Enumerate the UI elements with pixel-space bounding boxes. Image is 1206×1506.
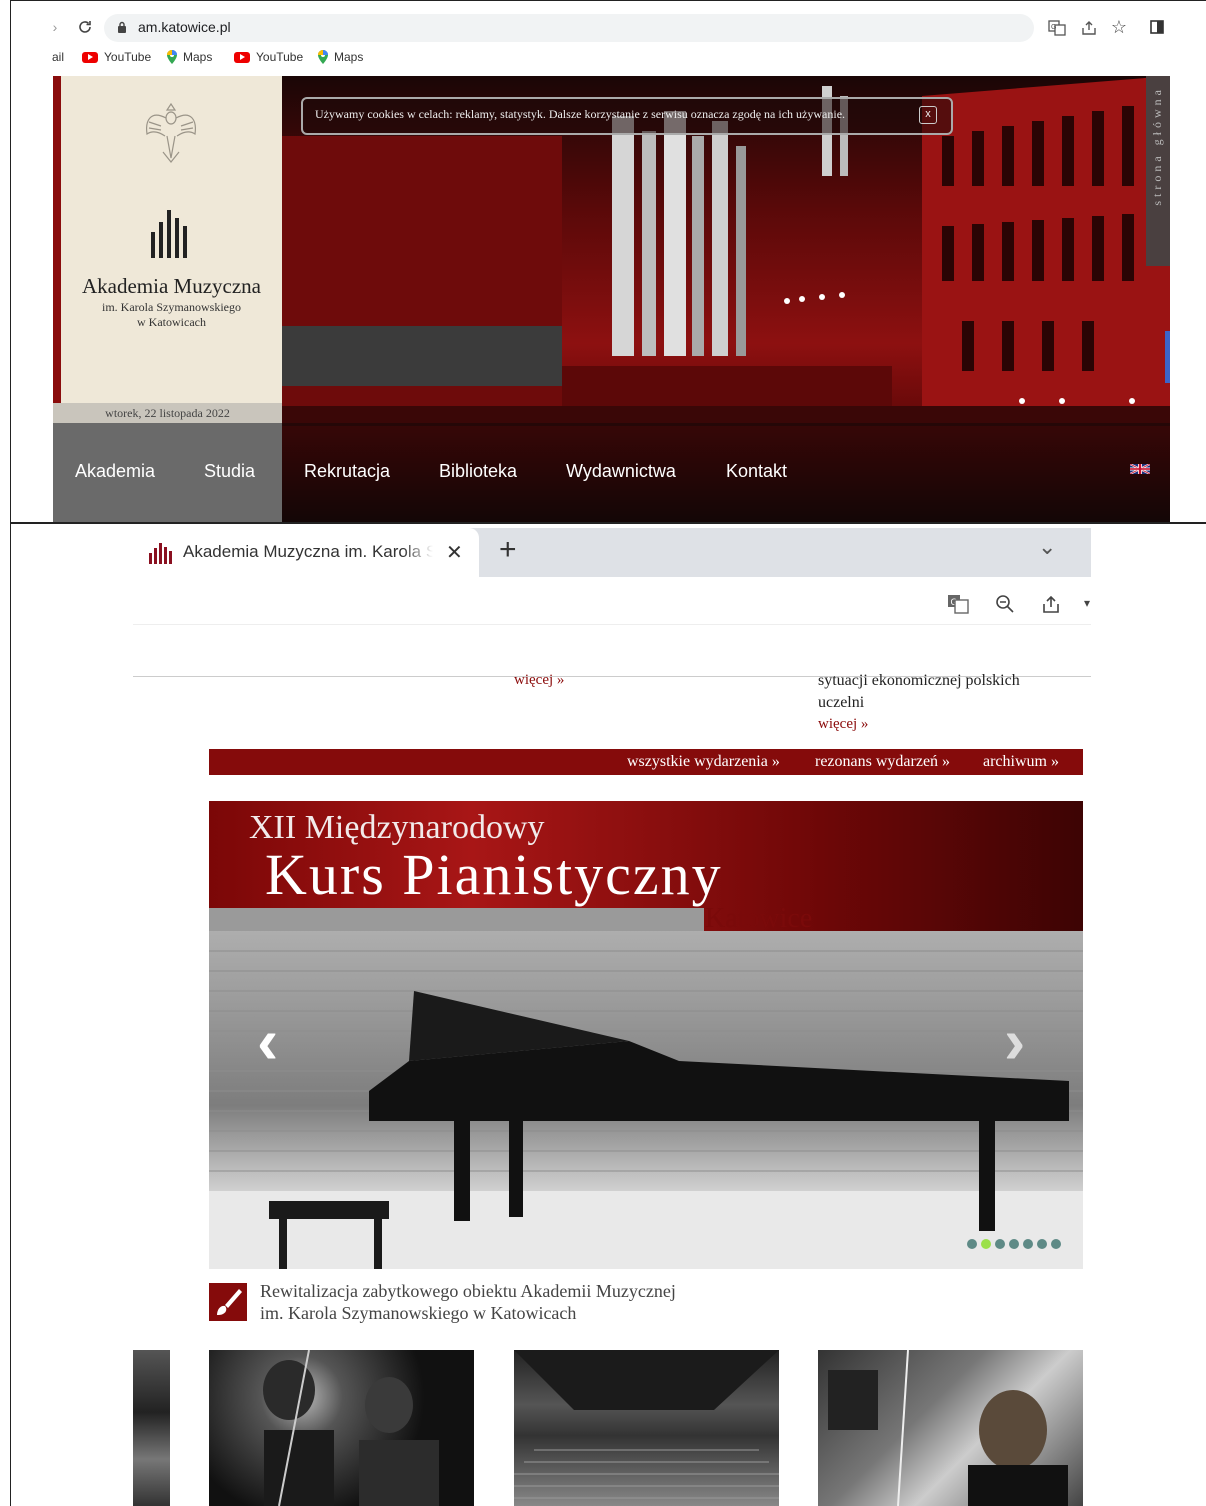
brush-icon [209, 1283, 247, 1321]
nav-biblioteka[interactable]: Biblioteka [439, 461, 517, 482]
nav-akademia[interactable]: Akademia [75, 461, 155, 482]
caption-line-2[interactable]: im. Karola Szymanowskiego w Katowicach [260, 1303, 576, 1324]
bookmark-gmail[interactable]: ail [52, 50, 64, 64]
resonance-events-link[interactable]: rezonans wydarzeń » [815, 753, 950, 771]
thumbnail-musicians[interactable] [209, 1350, 474, 1506]
slider-next-arrow-icon[interactable]: › [1004, 1009, 1025, 1073]
news-text-line-1: sytuacji ekonomicznej polskich [818, 672, 1020, 689]
nav-kontakt[interactable]: Kontakt [726, 461, 787, 482]
bookmark-maps-1[interactable]: Maps [167, 50, 212, 64]
address-bar[interactable] [104, 14, 1034, 42]
screenshot-divider [10, 522, 1206, 524]
tab-list-chevron-icon[interactable]: ⌄ [1038, 534, 1056, 560]
frame-border-left [10, 0, 11, 522]
home-side-tab-label[interactable]: strona główna [1150, 86, 1165, 206]
bookmark-label: YouTube [256, 50, 304, 64]
slider-dot[interactable] [1023, 1239, 1033, 1249]
bookmark-youtube-2[interactable]: YouTube [234, 50, 303, 64]
nav-studia[interactable]: Studia [204, 461, 255, 482]
archive-link[interactable]: archiwum » [983, 753, 1059, 771]
thumbnail-concert-hall[interactable] [514, 1350, 779, 1506]
banner-grey-strip [209, 908, 704, 931]
scroll-indicator[interactable] [1165, 331, 1170, 383]
slider-title-3: Katowice [705, 903, 813, 934]
slider-dot[interactable] [1037, 1239, 1047, 1249]
bookmark-label: YouTube [104, 50, 152, 64]
logo-panel[interactable]: Akademia Muzyczna im. Karola Szymanowski… [61, 76, 282, 403]
slider-prev-arrow-icon[interactable]: ‹ [257, 1009, 278, 1073]
toolbar-overflow-icon[interactable]: ▾ [1084, 596, 1091, 610]
reload-icon[interactable] [74, 16, 96, 38]
date-bar: wtorek, 22 listopada 2022 [53, 403, 282, 423]
logo-title: Akademia Muzyczna [81, 274, 261, 298]
tab-close-icon[interactable]: ✕ [446, 540, 463, 565]
bookmark-label: Maps [183, 50, 213, 64]
zoom-out-icon[interactable] [992, 591, 1018, 617]
logo-subtitle-1: im. Karola Szymanowskiego [102, 300, 241, 314]
cookie-text: Używamy cookies w celach: reklamy, staty… [315, 107, 846, 121]
left-more-link[interactable]: więcej » [514, 672, 564, 689]
new-tab-icon[interactable]: + [499, 533, 517, 567]
news-text-line-2: uczelni [818, 694, 865, 711]
thumbnail-partial[interactable] [133, 1350, 170, 1506]
english-flag-icon[interactable] [1130, 464, 1150, 474]
maps-icon [167, 50, 177, 64]
all-events-link[interactable]: wszystkie wydarzenia » [627, 753, 780, 771]
slider-dot[interactable] [967, 1239, 977, 1249]
logo-subtitle-2: w Katowicach [137, 315, 206, 329]
thumbnail-orchestra[interactable] [818, 1350, 1083, 1506]
tab-favicon-icon [149, 543, 172, 564]
academy-logo-icon [151, 210, 187, 258]
eagle-emblem-icon [146, 102, 196, 163]
url-text[interactable]: am.katowice.pl [138, 19, 231, 35]
orchestra-photo [828, 1350, 1068, 1506]
hall-photo [514, 1350, 779, 1499]
tab-title[interactable]: Akademia Muzyczna im. Karola Szymanowski… [183, 542, 433, 562]
cookie-close-button[interactable]: x [919, 106, 937, 124]
bookmark-star-icon[interactable]: ☆ [1108, 16, 1130, 38]
youtube-icon [82, 51, 98, 63]
slider-dot[interactable] [1009, 1239, 1019, 1249]
bookmark-label: Maps [334, 50, 364, 64]
nav-rekrutacja[interactable]: Rekrutacja [304, 461, 390, 482]
youtube-icon [234, 51, 250, 63]
forward-icon[interactable]: › [48, 18, 62, 36]
caption-line-1[interactable]: Rewitalizacja zabytkowego obiektu Akadem… [260, 1281, 676, 1302]
side-panel-icon[interactable] [1148, 18, 1166, 36]
top-browser-screenshot: › am.katowice.pl G ☆ ail YouTube Maps Yo… [0, 0, 1206, 522]
frame-border-left-bottom [10, 522, 11, 1506]
piano-photo [209, 950, 1083, 1269]
musicians-photo [263, 1350, 439, 1506]
translate-icon[interactable]: G [1046, 17, 1068, 39]
image-slider[interactable]: XII Międzynarodowy Kurs Pianistyczny Kat… [209, 801, 1083, 1269]
right-more-link[interactable]: więcej » [818, 716, 868, 733]
slider-title-2: Kurs Pianistyczny [265, 842, 723, 907]
maps-icon [318, 50, 328, 64]
lock-icon[interactable] [116, 19, 128, 35]
bookmark-youtube-1[interactable]: YouTube [82, 50, 151, 64]
slider-dot[interactable] [995, 1239, 1005, 1249]
website-header: Akademia Muzyczna im. Karola Szymanowski… [53, 76, 1170, 522]
slider-dot[interactable] [981, 1239, 991, 1249]
nav-wydawnictwa[interactable]: Wydawnictwa [566, 461, 676, 482]
svg-text:G: G [1051, 24, 1056, 31]
translate-icon[interactable]: G [945, 591, 971, 617]
bookmark-label: ail [52, 50, 65, 64]
slider-pagination [967, 1239, 1061, 1249]
slider-dot[interactable] [1051, 1239, 1061, 1249]
share-icon[interactable] [1038, 591, 1064, 617]
frame-border [10, 0, 1206, 1]
bookmark-maps-2[interactable]: Maps [318, 50, 363, 64]
share-icon[interactable] [1078, 17, 1100, 39]
